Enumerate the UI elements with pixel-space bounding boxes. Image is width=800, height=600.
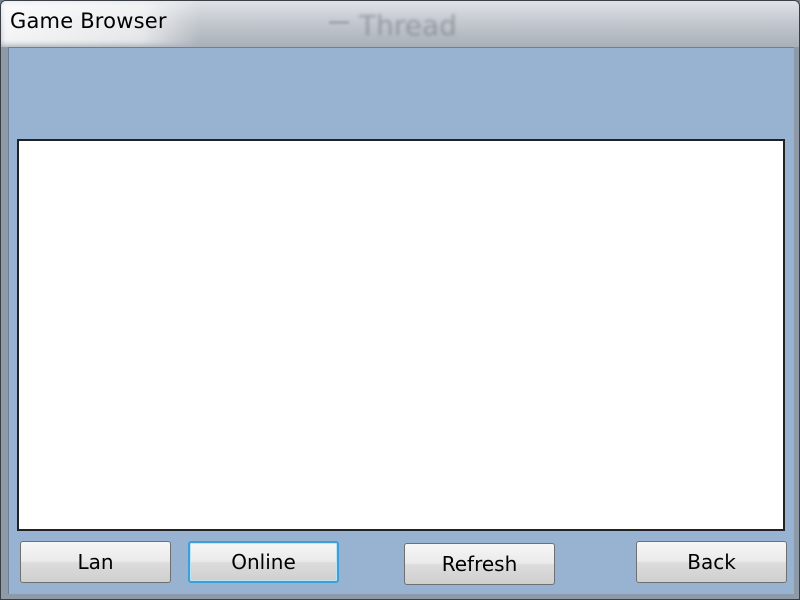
game-list[interactable] [17,139,785,531]
client-area: Lan Online Refresh Back [8,47,794,594]
online-button-label: Online [231,550,296,574]
window-bottom-border [1,594,799,599]
window-title: Game Browser [10,9,167,33]
back-button-label: Back [687,550,736,574]
title-bar[interactable]: Thread Game Browser [1,1,799,47]
refresh-button[interactable]: Refresh [404,543,555,585]
background-window-dash [329,21,349,24]
background-window-title: Thread [359,9,457,42]
online-button[interactable]: Online [188,541,339,583]
refresh-button-label: Refresh [441,552,518,576]
back-button[interactable]: Back [636,541,787,583]
lan-button[interactable]: Lan [20,541,171,583]
game-browser-window: Thread Game Browser Lan Online Refresh B… [0,0,800,600]
lan-button-label: Lan [77,550,114,574]
